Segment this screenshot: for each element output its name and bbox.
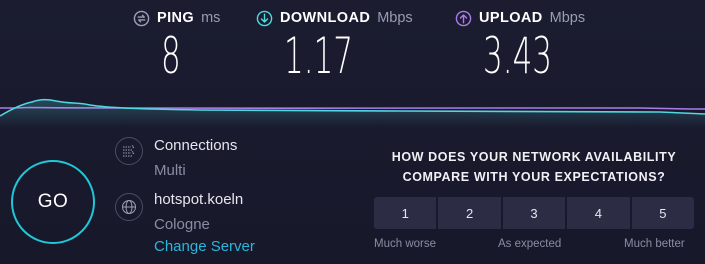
connections-title: Connections [154,137,238,154]
rating-button-1[interactable]: 1 [374,197,437,229]
rating-button-4[interactable]: 4 [567,197,630,229]
download-arrow-icon [256,10,273,26]
server-host: hotspot.koeln [154,191,244,208]
ping-label: PING [157,10,195,26]
upload-metric: UPLOAD Mbps 3.43 [455,8,586,82]
rating-button-2[interactable]: 2 [438,197,501,229]
survey-question-line1: HOW DOES YOUR NETWORK AVAILABILITY [391,150,677,164]
connections-glyph [123,145,135,157]
change-server-link[interactable]: Change Server [154,238,255,255]
rating-button-3[interactable]: 3 [502,197,566,229]
upload-label: UPLOAD [479,10,543,26]
download-label: DOWNLOAD [280,10,371,26]
scale-low-label: Much worse [374,238,436,250]
scale-mid-label: As expected [498,238,562,250]
ping-value: 8 [161,27,181,85]
ping-unit: ms [201,10,221,26]
rating-scale: 1 2 3 4 5 [374,197,695,229]
scale-high-label: Much better [624,238,685,250]
upload-arrow-icon [455,10,472,26]
download-metric: DOWNLOAD Mbps 1.17 [256,8,413,82]
go-label: GO [37,191,69,212]
download-unit: Mbps [377,10,413,26]
download-area [0,99,705,128]
globe-icon [115,193,143,221]
server-location: Cologne [154,216,210,233]
speed-graph [0,98,705,128]
rating-button-5[interactable]: 5 [631,197,695,229]
survey-question: HOW DOES YOUR NETWORK AVAILABILITY COMPA… [374,147,694,187]
connections-mode[interactable]: Multi [154,162,186,179]
ping-icon [133,10,150,26]
globe-glyph [122,200,136,214]
go-button[interactable]: GO [11,160,95,244]
download-value: 1.17 [284,27,354,85]
ping-metric: PING ms 8 [133,8,221,82]
upload-unit: Mbps [549,10,586,26]
upload-value: 3.43 [483,27,553,85]
connections-icon[interactable] [115,137,143,165]
survey-question-line2: COMPARE WITH YOUR EXPECTATIONS? [402,170,666,184]
